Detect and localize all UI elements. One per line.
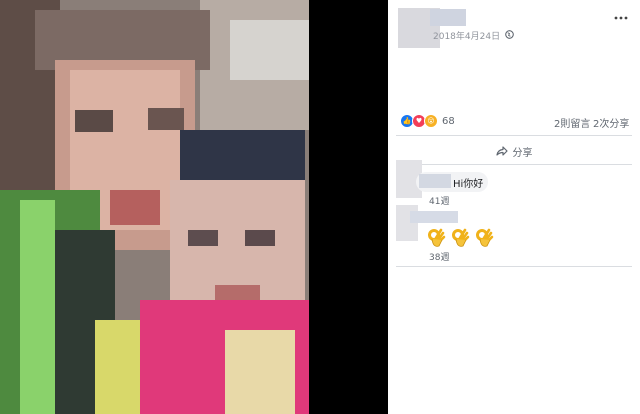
post-date[interactable]: 2018年4月24日 xyxy=(433,29,500,42)
photo-block xyxy=(225,330,295,414)
post-photo[interactable] xyxy=(0,0,309,414)
comment-time[interactable]: 38週 xyxy=(429,250,449,263)
photo-block xyxy=(75,110,113,132)
photo-viewer[interactable] xyxy=(0,0,388,414)
divider xyxy=(396,266,632,267)
globe-icon xyxy=(505,30,514,39)
comment-time[interactable]: 41週 xyxy=(429,194,449,207)
reaction-count: 68 xyxy=(442,115,455,127)
ok-hand-emoji xyxy=(476,228,494,247)
ok-hand-emoji xyxy=(428,228,446,247)
comment-count[interactable]: 2則留言 xyxy=(554,115,590,130)
comment-text: Hi你好 xyxy=(453,179,484,190)
commenter-name[interactable] xyxy=(410,211,458,223)
divider xyxy=(396,135,632,136)
photo-block xyxy=(230,20,309,80)
photo-block xyxy=(188,230,218,246)
author-name[interactable] xyxy=(430,9,466,26)
share-label: 分享 xyxy=(512,147,533,159)
ok-hand-emoji xyxy=(452,228,470,247)
share-button[interactable]: 分享 xyxy=(388,142,640,160)
photo-block xyxy=(20,200,55,414)
share-count[interactable]: 2次分享 xyxy=(593,115,629,130)
photo-block xyxy=(245,230,275,246)
reactions-summary[interactable]: 👍 ♥ 😮 68 xyxy=(400,114,455,128)
post-details-panel: 2018年4月24日 👍 ♥ 😮 68 2則留言 2次分享 分享 Hi你好 41… xyxy=(388,0,640,414)
wow-reaction-icon: 😮 xyxy=(424,114,438,128)
more-icon[interactable] xyxy=(612,12,630,24)
photo-block xyxy=(148,108,184,130)
photo-block xyxy=(110,190,160,225)
divider xyxy=(396,164,632,165)
commenter-name[interactable] xyxy=(419,174,451,188)
share-arrow-icon xyxy=(495,146,508,156)
